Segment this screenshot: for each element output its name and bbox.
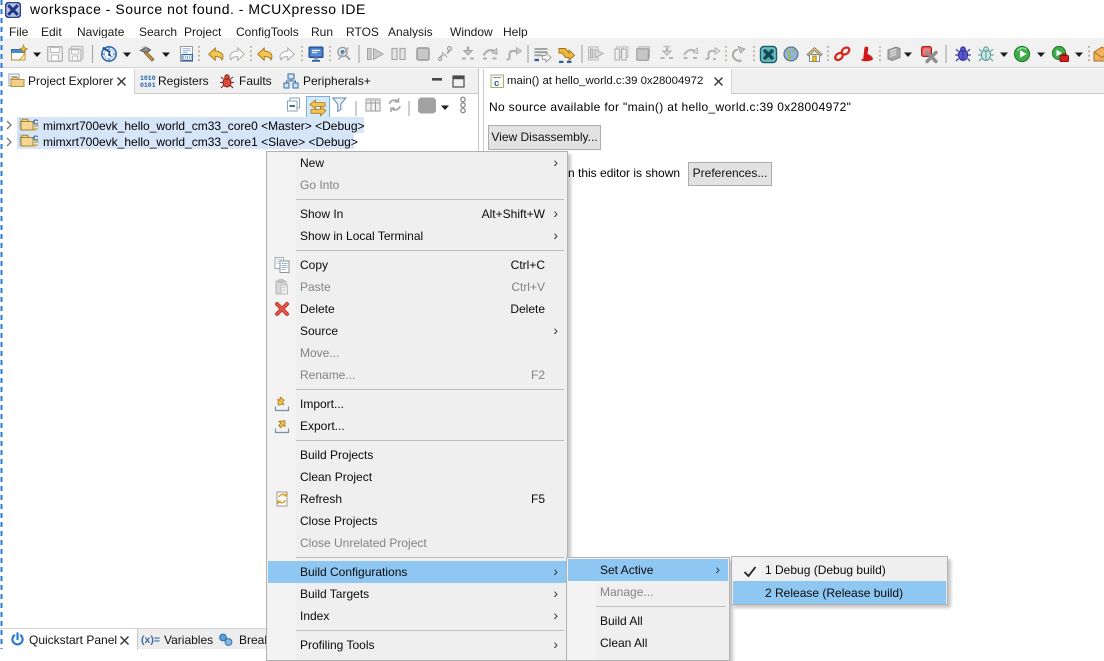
svg-text:1010: 1010 [140, 75, 156, 82]
svg-text:C: C [33, 134, 39, 143]
svg-text:0101: 0101 [140, 82, 156, 88]
svg-text:C: C [33, 118, 39, 127]
svg-text:010: 010 [183, 56, 192, 62]
svg-text:c: c [494, 78, 499, 89]
